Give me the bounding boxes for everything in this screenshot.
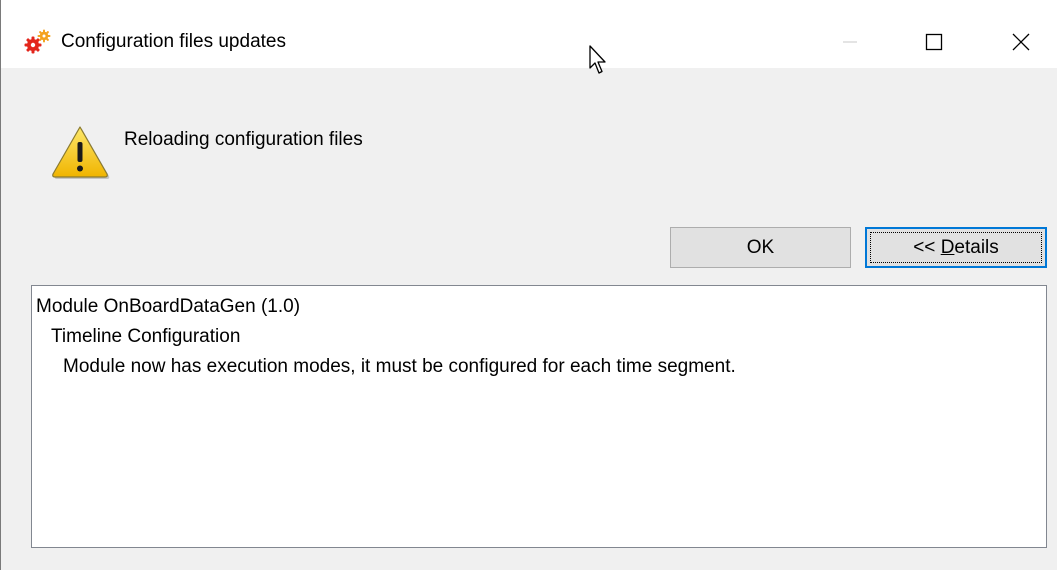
mouse-pointer-icon (589, 45, 606, 74)
dialog-window: Configuration files updates Reloading co… (0, 0, 1057, 570)
details-text-area[interactable]: Module OnBoardDataGen (1.0) Timeline Con… (31, 285, 1047, 548)
gears-icon (24, 29, 51, 54)
details-line-module: Module OnBoardDataGen (1.0) (36, 296, 301, 317)
dialog-message: Reloading configuration files (124, 129, 363, 150)
maximize-icon (925, 33, 943, 51)
details-line-message: Module now has execution modes, it must … (63, 356, 736, 377)
minimize-icon (843, 41, 857, 43)
focus-ring (870, 232, 1042, 263)
warning-icon (52, 126, 110, 179)
details-line-section: Timeline Configuration (51, 326, 241, 347)
details-button[interactable]: << Details (865, 227, 1047, 268)
title-bar[interactable]: Configuration files updates (1, 0, 1057, 68)
close-icon (1012, 33, 1030, 51)
close-button[interactable] (998, 22, 1044, 62)
ok-button-label: OK (746, 236, 775, 258)
maximize-button[interactable] (911, 22, 957, 62)
minimize-button[interactable] (827, 22, 873, 62)
ok-button[interactable]: OK (670, 227, 851, 268)
window-title: Configuration files updates (61, 31, 286, 52)
